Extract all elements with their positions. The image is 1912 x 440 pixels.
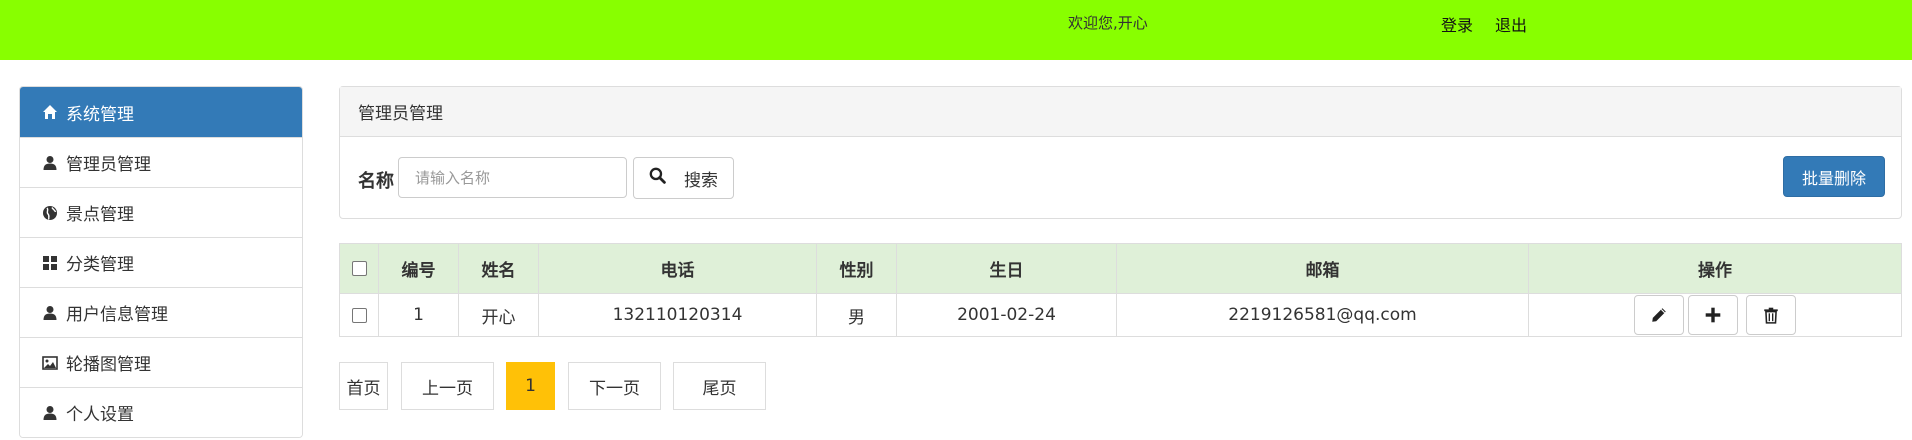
select-all-cell xyxy=(339,243,379,294)
sidebar-item-label: 管理员管理 xyxy=(66,155,151,175)
sidebar-item-label: 景点管理 xyxy=(66,205,134,225)
col-header-birthday: 生日 xyxy=(896,243,1117,294)
col-header-email: 邮箱 xyxy=(1116,243,1529,294)
user-icon xyxy=(40,303,60,323)
col-header-phone: 电话 xyxy=(538,243,817,294)
cell-id: 1 xyxy=(378,293,459,337)
name-label: 名称 xyxy=(358,171,394,192)
user-icon xyxy=(40,403,60,423)
first-page-button[interactable]: 首页 xyxy=(339,362,388,410)
table-row: 1 开心 132110120314 男 2001-02-24 221912658… xyxy=(339,293,1902,337)
sidebar-item-category[interactable]: 分类管理 xyxy=(20,237,302,287)
sidebar-item-personal-settings[interactable]: 个人设置 xyxy=(20,387,302,437)
select-all-checkbox[interactable] xyxy=(351,261,367,276)
sidebar-item-label: 系统管理 xyxy=(66,104,134,125)
admin-panel: 管理员管理 名称 搜索 批量删除 xyxy=(339,86,1902,219)
sidebar-item-system[interactable]: 系统管理 xyxy=(20,87,302,137)
col-header-name: 姓名 xyxy=(458,243,539,294)
sidebar: 系统管理 管理员管理 景点管理 分类管理 用户信息管理 轮播图管理 个人设置 xyxy=(19,86,303,438)
home-icon xyxy=(40,102,60,122)
row-checkbox[interactable] xyxy=(351,307,367,323)
col-header-id: 编号 xyxy=(378,243,459,294)
cell-birthday: 2001-02-24 xyxy=(896,293,1117,337)
table-header-row: 编号 姓名 电话 性别 生日 邮箱 操作 xyxy=(339,243,1902,294)
next-page-button[interactable]: 下一页 xyxy=(568,362,661,410)
globe-icon xyxy=(40,203,60,223)
cell-phone: 132110120314 xyxy=(538,293,817,337)
prev-page-button[interactable]: 上一页 xyxy=(401,362,494,410)
cell-gender: 男 xyxy=(816,293,897,337)
admin-table: 编号 姓名 电话 性别 生日 邮箱 操作 1 开心 132110120314 男… xyxy=(339,243,1902,337)
edit-button[interactable] xyxy=(1634,295,1684,335)
sidebar-item-scenic[interactable]: 景点管理 xyxy=(20,187,302,237)
pencil-icon xyxy=(1652,308,1666,322)
name-search-input[interactable] xyxy=(398,157,627,198)
plus-icon xyxy=(1705,307,1721,323)
sidebar-item-label: 用户信息管理 xyxy=(66,305,168,325)
user-icon xyxy=(40,153,60,173)
trash-icon xyxy=(1764,307,1778,324)
cell-email: 2219126581@qq.com xyxy=(1116,293,1529,337)
cell-name: 开心 xyxy=(458,293,539,337)
sidebar-item-label: 个人设置 xyxy=(66,405,134,425)
batch-delete-button[interactable]: 批量删除 xyxy=(1783,156,1885,197)
sidebar-item-user-info[interactable]: 用户信息管理 xyxy=(20,287,302,337)
current-page-button[interactable]: 1 xyxy=(506,362,555,410)
search-bar: 名称 搜索 批量删除 xyxy=(340,137,1901,219)
sidebar-item-carousel[interactable]: 轮播图管理 xyxy=(20,337,302,387)
top-bar: 欢迎您,开心 登录 退出 xyxy=(0,0,1912,60)
welcome-text: 欢迎您,开心 xyxy=(1068,14,1148,32)
last-page-button[interactable]: 尾页 xyxy=(673,362,766,410)
panel-title: 管理员管理 xyxy=(340,87,1901,137)
logout-link[interactable]: 退出 xyxy=(1495,12,1527,36)
picture-icon xyxy=(40,353,60,373)
cell-actions xyxy=(1528,293,1902,337)
sidebar-item-label: 轮播图管理 xyxy=(66,355,151,375)
col-header-gender: 性别 xyxy=(816,243,897,294)
add-button[interactable] xyxy=(1688,295,1738,335)
search-button[interactable]: 搜索 xyxy=(633,157,734,199)
delete-button[interactable] xyxy=(1746,295,1796,335)
sidebar-item-label: 分类管理 xyxy=(66,255,134,275)
col-header-actions: 操作 xyxy=(1528,243,1902,294)
row-select-cell xyxy=(339,293,379,337)
login-link[interactable]: 登录 xyxy=(1441,12,1473,36)
grid-icon xyxy=(40,253,60,273)
sidebar-item-admin[interactable]: 管理员管理 xyxy=(20,137,302,187)
search-button-label: 搜索 xyxy=(684,170,718,191)
search-icon xyxy=(649,167,666,189)
